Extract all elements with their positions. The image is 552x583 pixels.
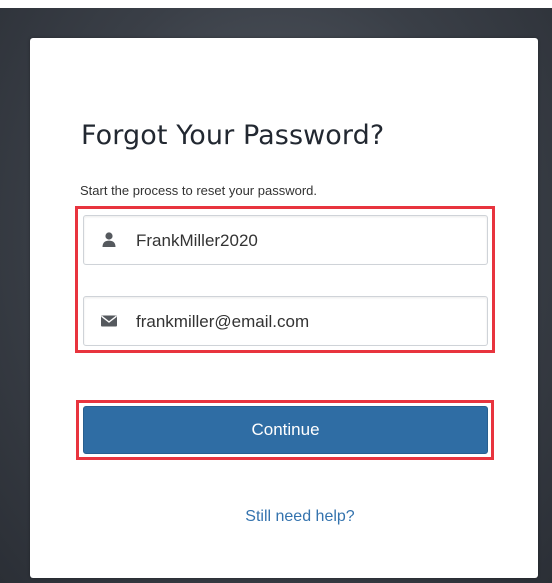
- input-fields-highlight: [75, 206, 495, 353]
- page-backdrop: Forgot Your Password? Start the process …: [0, 8, 552, 583]
- still-need-help-link[interactable]: Still need help?: [30, 508, 552, 526]
- page-subtitle: Start the process to reset your password…: [80, 183, 317, 198]
- page-title: Forgot Your Password?: [81, 120, 385, 151]
- continue-button-highlight: [76, 400, 494, 460]
- forgot-password-card: Forgot Your Password? Start the process …: [30, 38, 538, 578]
